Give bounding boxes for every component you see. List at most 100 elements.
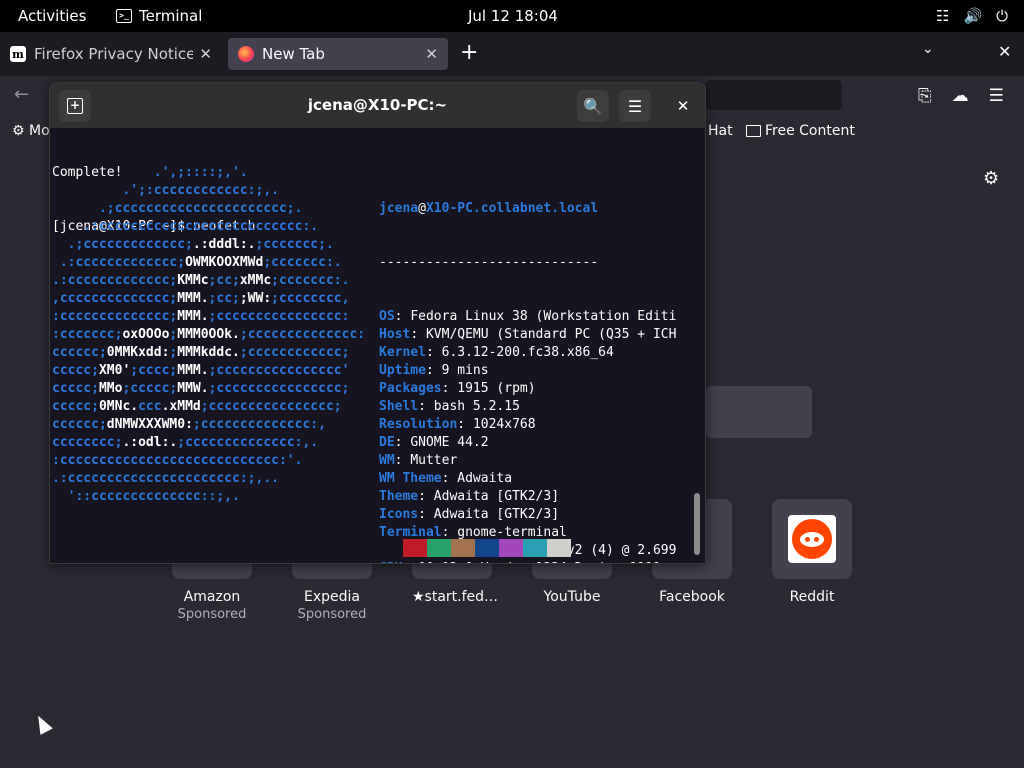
info-label: OS — [379, 309, 395, 324]
color-swatch — [499, 539, 523, 557]
info-row: WM Theme: Adwaita — [379, 471, 513, 486]
app-menu[interactable]: >_ Terminal — [116, 0, 202, 32]
info-value: 9 mins — [441, 363, 489, 378]
terminal-window[interactable]: + jcena@X10-PC:~ 🔍 ☰ ✕ Complete! [jcena@… — [49, 82, 706, 564]
info-row: Host: KVM/QEMU (Standard PC (Q35 + ICH — [379, 327, 677, 342]
firefox-icon — [238, 46, 254, 62]
mozilla-icon: m — [10, 46, 26, 62]
logo-line: ccccc;MMo;ccccc;MMW.;cccccccccccccccc; — [52, 381, 358, 396]
logo-line: :cccccccccccccccccccccccccccc:'. — [52, 453, 319, 468]
account-icon[interactable]: ☁ — [952, 86, 969, 106]
info-label: DE — [379, 435, 395, 450]
fedora-ascii-logo: .',;::::;,'. .';:cccccccccccc:;,. .;cccc… — [52, 164, 373, 506]
separator-line: ---------------------------- — [379, 255, 599, 270]
info-row: Kernel: 6.3.12-200.fc38.x86_64 — [379, 345, 614, 360]
logo-line: :ccccccc;oxOOOo;MMM0OOk.;cccccccccccccc: — [52, 327, 373, 342]
url-bar[interactable] — [706, 80, 842, 110]
back-arrow-icon[interactable]: ← — [14, 84, 29, 105]
sponsored-label: Sponsored — [177, 607, 247, 622]
logo-line: '::cccccccccccccc::;,. — [52, 489, 319, 504]
swatch-row — [379, 539, 571, 557]
site-name: Facebook — [659, 589, 725, 605]
color-swatch — [523, 539, 547, 557]
info-value: 1915 (rpm) — [457, 381, 536, 396]
info-label: Packages — [379, 381, 442, 396]
info-value: KVM/QEMU (Standard PC (Q35 + ICH — [425, 327, 677, 342]
hamburger-menu-icon[interactable]: ☰ — [619, 90, 651, 122]
info-value: GNOME 44.2 — [410, 435, 489, 450]
tab-title: New Tab — [262, 45, 325, 63]
hamburger-menu-icon[interactable]: ☰ — [989, 86, 1004, 106]
site-name: Expedia — [304, 589, 360, 605]
extensions-icon[interactable]: ⎘ — [918, 86, 932, 106]
terminal-icon: >_ — [116, 9, 132, 23]
info-label: Host — [379, 327, 411, 342]
logo-line: :cccccccccccccc;MMM.;cccccccccccccccc: — [52, 309, 358, 324]
info-value: Adwaita — [457, 471, 513, 486]
search-icon[interactable]: 🔍 — [577, 90, 609, 122]
window-close-icon[interactable]: ✕ — [998, 42, 1011, 61]
scrollbar[interactable] — [694, 493, 700, 555]
logo-line: ,cccccccccccccc;MMM.;cc;;WW:;cccccccc, — [52, 291, 358, 306]
info-row: DE: GNOME 44.2 — [379, 435, 489, 450]
tab-new-tab[interactable]: New Tab ✕ — [228, 38, 448, 70]
bookmark-label: Mo — [29, 123, 50, 139]
site-name: Amazon — [183, 589, 241, 605]
color-swatch — [451, 539, 475, 557]
network-icon: ☷ — [935, 7, 950, 25]
search-box[interactable] — [706, 386, 812, 438]
tab-title: Firefox Privacy Notice — — [34, 45, 194, 63]
info-value: bash 5.2.15 — [433, 399, 520, 414]
info-value: 6.3.12-200.fc38.x86_64 — [441, 345, 614, 360]
app-menu-label: Terminal — [139, 7, 203, 25]
bookmark-most-visited[interactable]: ⚙ Mo — [12, 123, 50, 139]
toolbar-icons: ⎘ ☁ ☰ — [918, 86, 1004, 106]
tab-privacy-notice[interactable]: m Firefox Privacy Notice — ✕ — [0, 38, 222, 70]
color-swatch — [547, 539, 571, 557]
folder-icon — [746, 125, 761, 137]
top-site-reddit[interactable]: Reddit — [772, 499, 852, 605]
site-name: ★start.fed… — [412, 589, 499, 605]
info-value: 1024x768 — [472, 417, 536, 432]
hostname: X10-PC.collabnet.local — [425, 201, 599, 216]
color-swatch — [379, 539, 403, 557]
info-row: OS: Fedora Linux 38 (Workstation Editi — [379, 309, 677, 324]
close-tab-icon[interactable]: ✕ — [425, 45, 438, 63]
new-tab-button[interactable]: + — [460, 38, 478, 68]
site-name: Reddit — [789, 589, 835, 605]
logo-line: .';:cccccccccccc:;,. — [52, 183, 334, 198]
info-label: WM — [379, 453, 395, 468]
power-icon: ⏻ — [996, 7, 1008, 25]
list-all-tabs-icon[interactable]: ⌄ — [922, 41, 934, 57]
close-tab-icon[interactable]: ✕ — [199, 45, 212, 63]
color-swatch — [403, 539, 427, 557]
terminal-header-bar[interactable]: + jcena@X10-PC:~ 🔍 ☰ ✕ — [50, 83, 705, 128]
info-label: Uptime — [379, 363, 426, 378]
clock[interactable]: Jul 12 18:04 — [468, 0, 558, 32]
sponsored-label: Sponsored — [297, 607, 367, 622]
info-label: Theme — [379, 489, 419, 504]
gnome-top-bar: Activities >_ Terminal Jul 12 18:04 ☷ 🔊 … — [0, 0, 1024, 32]
terminal-output[interactable]: Complete! [jcena@X10-PC ~]$ neofetch .',… — [52, 128, 692, 563]
gear-icon: ⚙ — [12, 123, 25, 139]
gear-icon[interactable]: ⚙ — [983, 168, 999, 189]
color-swatches — [379, 503, 571, 563]
close-icon[interactable]: ✕ — [667, 90, 699, 122]
logo-line: cccccccc;.:odl:.;cccccccccccccc:,. — [52, 435, 326, 450]
color-swatch — [475, 539, 499, 557]
info-row: Resolution: 1024x768 — [379, 417, 536, 432]
username: jcena — [379, 201, 419, 216]
reddit-logo-icon — [788, 515, 836, 563]
info-label: WM Theme — [379, 471, 442, 486]
logo-line: cccccc;0MMKxdd:;MMMkddc.;cccccccccccc; — [52, 345, 358, 360]
bookmark-free-content[interactable]: Free Content — [746, 123, 855, 139]
info-label: Kernel — [379, 345, 426, 360]
activities-button[interactable]: Activities — [18, 0, 86, 32]
info-value: Adwaita [GTK2/3] — [433, 489, 560, 504]
bookmark-red-hat[interactable]: Hat — [708, 123, 733, 139]
logo-line: .:cccccccccccccccccccccc:;,.. — [52, 471, 319, 486]
info-label: Shell — [379, 399, 419, 414]
site-name: YouTube — [543, 589, 601, 605]
bookmark-label: Free Content — [765, 123, 855, 139]
system-tray[interactable]: ☷ 🔊 ⏻ — [936, 0, 1008, 32]
